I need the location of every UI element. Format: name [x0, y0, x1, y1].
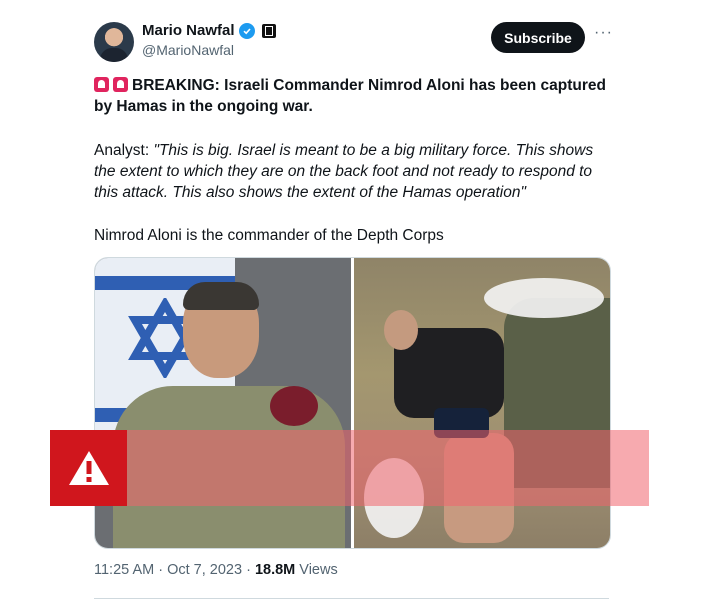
views-count: 18.8M [254, 562, 296, 578]
tweet-headline: BREAKING: Israeli Commander Nimrod Aloni… [94, 75, 614, 117]
author-row: Mario Nawfal [142, 22, 276, 39]
beret-shape [270, 386, 318, 426]
subscribe-button[interactable]: Subscribe [491, 22, 585, 53]
analyst-paragraph: Analyst: "This is big. Israel is meant t… [94, 140, 614, 203]
tweet-meta: 11:25 AM · Oct 7, 2023 · 18.8M Views [94, 562, 338, 578]
affiliation-badge-icon[interactable] [261, 23, 276, 38]
author-name[interactable]: Mario Nawfal [142, 22, 235, 39]
warning-overlay [127, 430, 649, 506]
analyst-label: Analyst: [94, 142, 154, 159]
person-hair-shape [183, 282, 259, 310]
author-handle[interactable]: @MarioNawfal [142, 42, 234, 58]
more-options-icon[interactable]: ··· [594, 25, 613, 41]
warning-triangle-icon [68, 451, 109, 485]
person-head-shape [384, 310, 418, 350]
analyst-quote: "This is big. Israel is meant to be a bi… [94, 142, 594, 201]
tweet-time[interactable]: 11:25 AM · Oct 7, 2023 · [94, 562, 255, 578]
siren-icon [113, 77, 128, 92]
footnote-text: Nimrod Aloni is the commander of the Dep… [94, 227, 444, 244]
censor-scribble [484, 278, 604, 318]
siren-icon [94, 77, 109, 92]
warning-banner [50, 430, 649, 506]
divider-line [94, 598, 609, 599]
warning-icon-box [50, 430, 127, 506]
headline-text: BREAKING: Israeli Commander Nimrod Aloni… [94, 77, 606, 115]
views-label: Views [295, 562, 338, 578]
verified-badge-icon [238, 22, 255, 39]
avatar[interactable] [94, 22, 134, 62]
